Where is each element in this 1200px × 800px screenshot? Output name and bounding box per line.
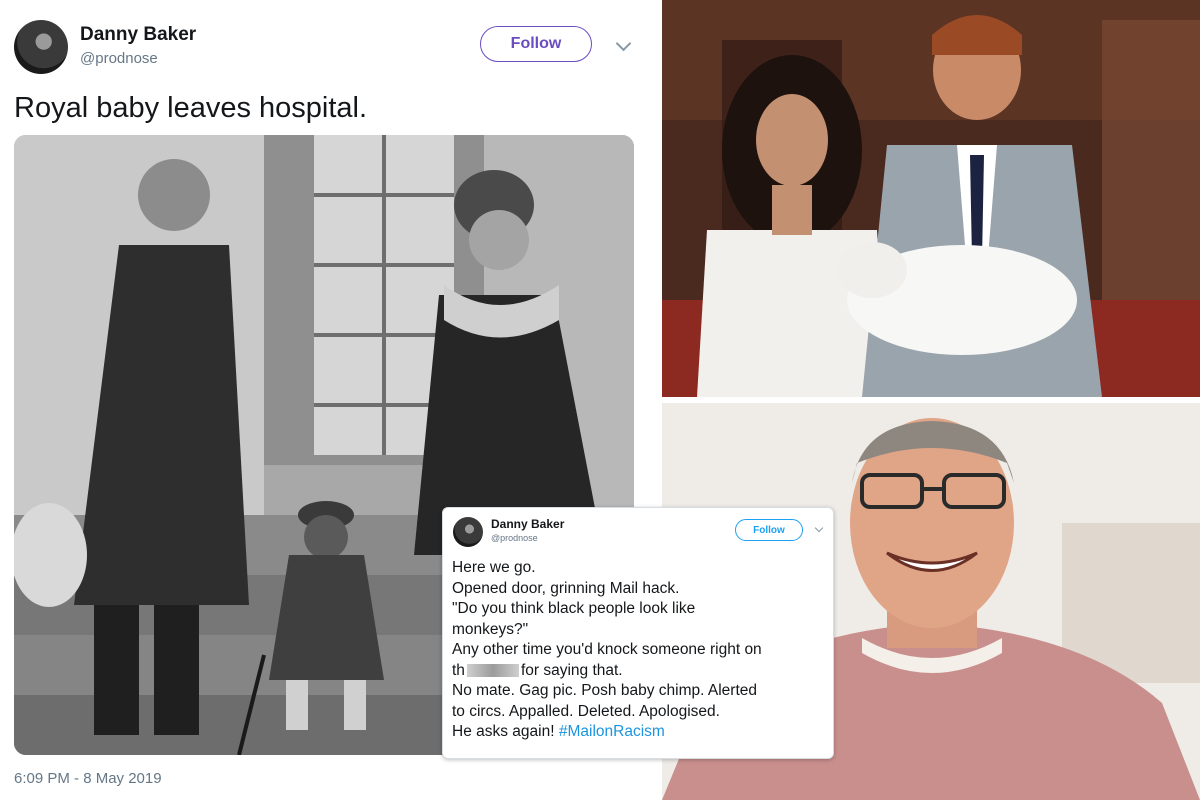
author-handle[interactable]: @prodnose xyxy=(80,50,158,67)
author-name[interactable]: Danny Baker xyxy=(491,517,564,531)
tweet-line-end: for saying that. xyxy=(520,661,623,679)
tweet-line: "Do you think black people look like xyxy=(452,600,696,617)
tweet-line-start: th xyxy=(452,661,465,679)
tweet-line: th for saying that. xyxy=(452,661,762,682)
follow-button[interactable]: Follow xyxy=(735,519,803,541)
tweet-line: monkeys?" xyxy=(452,620,529,638)
censor-blur xyxy=(466,663,519,677)
royal-couple-illustration xyxy=(662,0,1200,397)
avatar[interactable] xyxy=(453,517,483,547)
tweet-line: Any other time you'd knock someone right… xyxy=(452,641,762,658)
royal-couple-photo xyxy=(662,0,1200,397)
tweet-line: No mate. Gag pic. Posh baby chimp. Alert… xyxy=(452,682,757,699)
chevron-down-icon[interactable] xyxy=(814,523,824,533)
hashtag-link[interactable]: #MailonRacism xyxy=(559,723,665,740)
tweet-line: Here we go. xyxy=(452,559,536,576)
inset-tweet-card: Danny Baker @prodnose Follow Here we go.… xyxy=(442,507,834,759)
chevron-down-icon[interactable] xyxy=(615,35,632,52)
author-name[interactable]: Danny Baker xyxy=(80,24,196,46)
tweet-line: to circs. Appalled. Deleted. Apologised. xyxy=(452,702,720,720)
avatar[interactable] xyxy=(14,20,68,74)
author-handle[interactable]: @prodnose xyxy=(491,533,538,543)
tweet-line: Opened door, grinning Mail hack. xyxy=(452,579,680,597)
tweet-text: Here we go. Opened door, grinning Mail h… xyxy=(452,558,762,743)
tweet-line: He asks again! #MailonRacism xyxy=(452,722,762,743)
tweet-line-start: He asks again! xyxy=(452,723,555,740)
tweet-timestamp[interactable]: 6:09 PM - 8 May 2019 xyxy=(14,770,162,787)
follow-button[interactable]: Follow xyxy=(480,26,592,62)
tweet-text: Royal baby leaves hospital. xyxy=(14,92,368,124)
